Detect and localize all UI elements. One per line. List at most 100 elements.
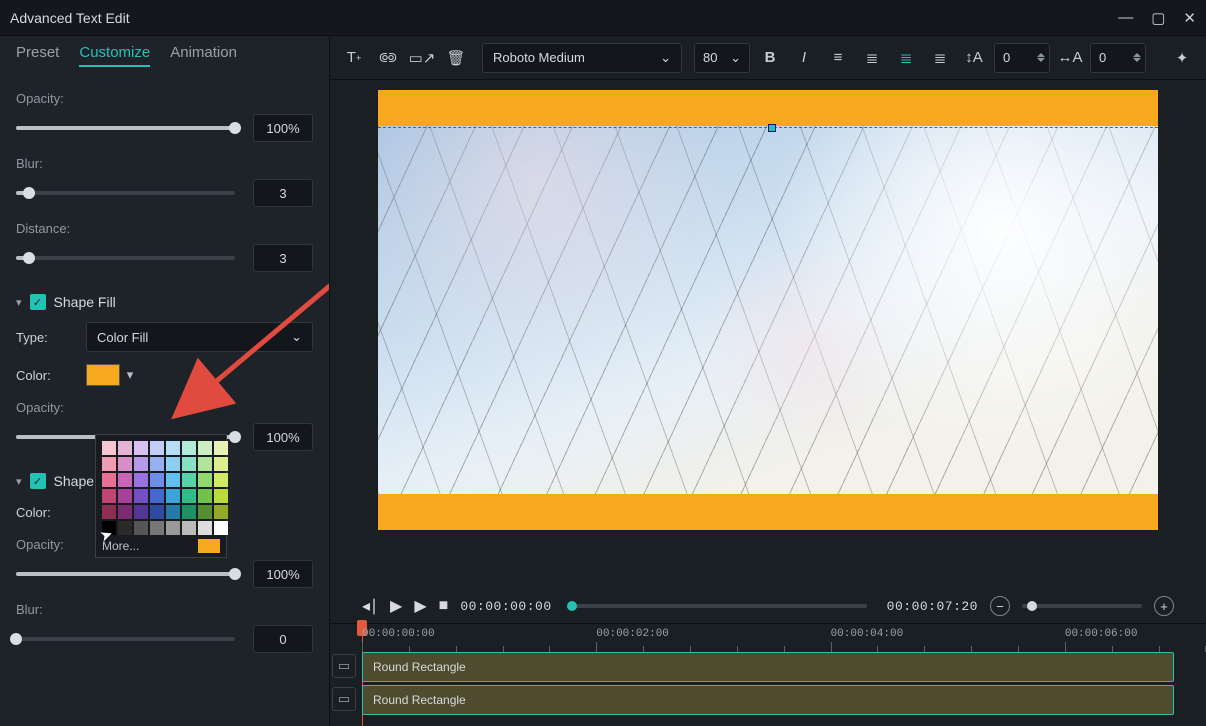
border-opacity-value[interactable]: 100%: [253, 560, 313, 588]
color-swatch-button[interactable]: ▾: [86, 364, 136, 386]
color-cell[interactable]: [102, 457, 116, 471]
color-cell[interactable]: [102, 505, 116, 519]
distance-value[interactable]: 3: [253, 244, 313, 272]
timeline-ruler[interactable]: 00:00:00:0000:00:02:0000:00:04:0000:00:0…: [362, 624, 1174, 652]
color-cell[interactable]: [134, 489, 148, 503]
blur-value[interactable]: 3: [253, 179, 313, 207]
align-center-icon[interactable]: ≣: [858, 44, 886, 72]
tab-animation[interactable]: Animation: [170, 44, 237, 67]
title-background-top[interactable]: [378, 90, 1158, 126]
color-cell[interactable]: [214, 489, 228, 503]
minimize-icon[interactable]: —: [1118, 9, 1133, 27]
color-cell[interactable]: [102, 473, 116, 487]
prev-frame-button[interactable]: ◂∣: [362, 596, 378, 616]
add-text-icon[interactable]: T+: [340, 44, 368, 72]
timeline-clip[interactable]: Round Rectangle: [362, 652, 1174, 682]
maximize-icon[interactable]: ▢: [1151, 9, 1165, 27]
delete-icon[interactable]: 🗑: [442, 44, 470, 72]
align-right-icon[interactable]: ≣: [892, 44, 920, 72]
color-cell[interactable]: [134, 505, 148, 519]
border-opacity-slider[interactable]: [16, 572, 235, 576]
color-cell[interactable]: [182, 489, 196, 503]
color-cell[interactable]: [102, 441, 116, 455]
color-cell[interactable]: [214, 457, 228, 471]
stop-button[interactable]: ■: [439, 597, 449, 615]
align-left-icon[interactable]: ≡: [824, 44, 852, 72]
color-cell[interactable]: [198, 441, 212, 455]
blur-slider[interactable]: [16, 191, 235, 195]
char-spacing-input[interactable]: 0: [1090, 43, 1146, 73]
color-cell[interactable]: [150, 505, 164, 519]
settings-icon[interactable]: ✦: [1168, 44, 1196, 72]
color-cell[interactable]: [214, 521, 228, 535]
line-height-input[interactable]: 0: [994, 43, 1050, 73]
color-cell[interactable]: [134, 473, 148, 487]
color-cell[interactable]: [134, 457, 148, 471]
timeline-clip[interactable]: Round Rectangle: [362, 685, 1174, 715]
color-cell[interactable]: [134, 441, 148, 455]
shape-border-checkbox[interactable]: ✓: [30, 473, 46, 489]
color-cell[interactable]: [150, 441, 164, 455]
color-cell[interactable]: [118, 473, 132, 487]
color-cell[interactable]: [150, 473, 164, 487]
color-cell[interactable]: [182, 521, 196, 535]
fill-opacity-value[interactable]: 100%: [253, 423, 313, 451]
color-cell[interactable]: [102, 489, 116, 503]
color-cell[interactable]: [166, 473, 180, 487]
line-height-icon[interactable]: ↕A: [960, 44, 988, 72]
selection-handle[interactable]: [768, 124, 776, 132]
color-cell[interactable]: [150, 457, 164, 471]
track-icon[interactable]: ▭: [332, 654, 356, 678]
color-cell[interactable]: [150, 489, 164, 503]
color-cell[interactable]: [118, 521, 132, 535]
font-select[interactable]: Roboto Medium ⌄: [482, 43, 682, 73]
zoom-out-button[interactable]: −: [990, 596, 1010, 616]
color-cell[interactable]: [214, 473, 228, 487]
color-cell[interactable]: [118, 505, 132, 519]
color-cell[interactable]: [182, 457, 196, 471]
tab-preset[interactable]: Preset: [16, 44, 59, 67]
color-cell[interactable]: [198, 489, 212, 503]
bold-button[interactable]: B: [756, 44, 784, 72]
color-cell[interactable]: [198, 521, 212, 535]
distance-slider[interactable]: [16, 256, 235, 260]
chevron-down-icon[interactable]: ▾: [16, 475, 22, 488]
type-select[interactable]: Color Fill ⌄: [86, 322, 313, 352]
italic-button[interactable]: I: [790, 44, 818, 72]
color-cell[interactable]: [182, 473, 196, 487]
play-all-button[interactable]: ▶: [414, 596, 426, 616]
border-blur-value[interactable]: 0: [253, 625, 313, 653]
chevron-down-icon[interactable]: ▾: [16, 296, 22, 309]
opacity-value[interactable]: 100%: [253, 114, 313, 142]
color-cell[interactable]: [182, 441, 196, 455]
color-cell[interactable]: [134, 521, 148, 535]
play-button[interactable]: ▶: [390, 596, 402, 616]
color-cell[interactable]: [118, 457, 132, 471]
color-cell[interactable]: [118, 441, 132, 455]
zoom-in-button[interactable]: +: [1154, 596, 1174, 616]
close-icon[interactable]: ✕: [1183, 9, 1196, 27]
export-icon[interactable]: ▭↗: [408, 44, 436, 72]
preview-canvas[interactable]: [378, 90, 1158, 530]
crop-icon[interactable]: ⟃⟄: [374, 44, 402, 72]
color-cell[interactable]: [166, 521, 180, 535]
color-cell[interactable]: [182, 505, 196, 519]
color-cell[interactable]: [166, 505, 180, 519]
shape-fill-checkbox[interactable]: ✓: [30, 294, 46, 310]
color-cell[interactable]: [166, 441, 180, 455]
color-cell[interactable]: [198, 457, 212, 471]
char-spacing-icon[interactable]: ↔A: [1056, 44, 1084, 72]
color-cell[interactable]: [198, 473, 212, 487]
font-size-select[interactable]: 80 ⌄: [694, 43, 750, 73]
border-blur-slider[interactable]: [16, 637, 235, 641]
color-cell[interactable]: [198, 505, 212, 519]
opacity-slider[interactable]: [16, 126, 235, 130]
zoom-slider[interactable]: [1022, 604, 1142, 608]
color-cell[interactable]: [214, 441, 228, 455]
color-cell[interactable]: [150, 521, 164, 535]
progress-bar[interactable]: [572, 604, 867, 608]
color-cell[interactable]: [166, 489, 180, 503]
align-justify-icon[interactable]: ≣: [926, 44, 954, 72]
color-cell[interactable]: [118, 489, 132, 503]
track-icon[interactable]: ▭: [332, 687, 356, 711]
